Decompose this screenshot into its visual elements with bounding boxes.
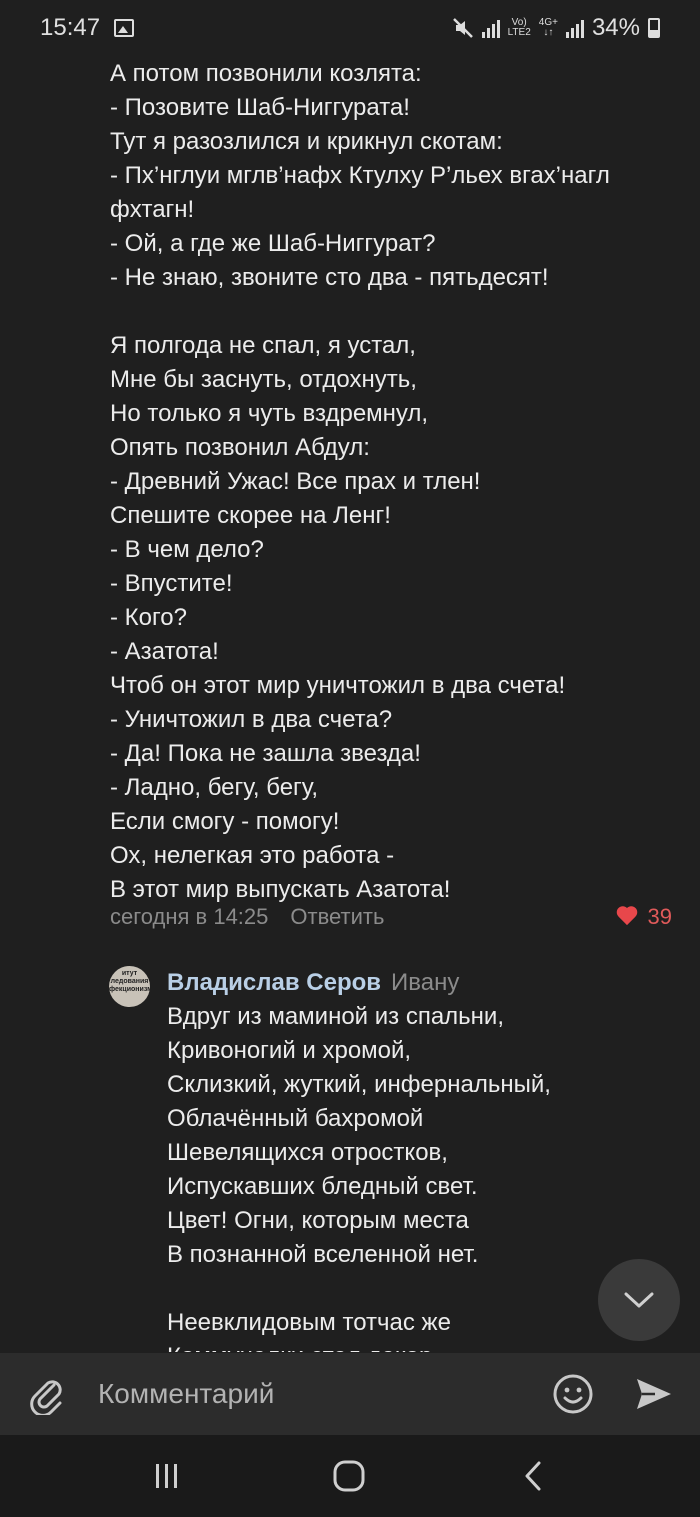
send-icon[interactable] (633, 1373, 675, 1415)
reply-to-name[interactable]: Ивану (391, 969, 459, 996)
image-icon (114, 19, 135, 37)
paperclip-icon[interactable] (26, 1373, 68, 1415)
comment-line: - Ой, а где же Шаб-Ниггурат? (110, 230, 436, 257)
comment-line: фхтагн! (110, 196, 195, 223)
signal-icon (481, 18, 500, 38)
recent-apps-icon (156, 1464, 177, 1488)
comment-line: Я полгода не спал, я устал, (110, 332, 416, 359)
author-name[interactable]: Владислав Серов (167, 969, 381, 996)
comment-line: - Ладно, бегу, бегу, (110, 774, 319, 801)
system-nav-bar (0, 1435, 700, 1517)
comment-body: А потом позвонили козлята: - Позовите Шаб… (110, 57, 670, 907)
comment-line: Кривоногий и хромой, (167, 1037, 412, 1064)
comment-timestamp: сегодня в 14:25 (110, 904, 269, 929)
comment-line: Тут я разозлился и крикнул скотам: (110, 128, 503, 155)
back-button[interactable] (512, 1455, 554, 1497)
comment-line: - Кого? (110, 604, 187, 631)
comment-input-bar (0, 1353, 700, 1435)
reply-comment-body: Вдруг из маминой из спальни, Кривоногий и… (167, 1000, 667, 1352)
comment-line: Цвет! Огни, которым места (167, 1207, 469, 1234)
comment-line: Спешите скорее на Ленг! (110, 502, 391, 529)
comment-author-line: Владислав Серов Ивану (167, 966, 459, 1000)
comment-line: - Уничтожил в два счета? (110, 706, 393, 733)
comment-line: - Впустите! (110, 570, 233, 597)
chevron-down-icon (624, 1292, 654, 1308)
heart-icon (616, 907, 638, 927)
comment-line: - Пх’нглуи мглв’нафх Ктулху Р’льех вгах’… (110, 162, 610, 189)
comment-line: - Не знаю, звоните сто два - пятьдесят! (110, 264, 549, 291)
avatar[interactable]: итут ледования фекционизм (109, 966, 150, 1007)
comment-meta: сегодня в 14:25 Ответить 39 (110, 900, 672, 934)
recent-apps-button[interactable] (146, 1455, 188, 1497)
comment-line: - Позовите Шаб-Ниггурата! (110, 94, 410, 121)
status-time: 15:47 (40, 14, 101, 41)
comment-line: В познанной вселенной нет. (167, 1241, 479, 1268)
battery-percent: 34% (591, 14, 640, 41)
comment-line: Облачённый бахромой (167, 1105, 424, 1132)
comment-line: Коммуналки стал декор (167, 1340, 667, 1352)
comment-line: - Древний Ужас! Все прах и тлен! (110, 468, 481, 495)
back-icon (525, 1461, 541, 1491)
comment-line: Мне бы заснуть, отдохнуть, (110, 366, 417, 393)
like-count: 39 (647, 904, 672, 929)
like-button[interactable]: 39 (616, 904, 672, 930)
comment-line: Если смогу - помогу! (110, 808, 340, 835)
comment-line: Шевелящихся отростков, (167, 1139, 448, 1166)
home-icon (333, 1460, 365, 1492)
reply-button[interactable]: Ответить (290, 904, 384, 930)
comment-line: - В чем дело? (110, 536, 264, 563)
comment-line: Опять позвонил Абдул: (110, 434, 370, 461)
battery-icon (648, 18, 660, 38)
status-left: 15:47 (40, 14, 135, 42)
comment-line: - Азатота! (110, 638, 219, 665)
scroll-down-button[interactable] (598, 1259, 680, 1341)
comment-line: Чтоб он этот мир уничтожил в два счета! (110, 672, 566, 699)
comment-line: Вдруг из маминой из спальни, (167, 1003, 505, 1030)
comment-line (110, 295, 670, 329)
comment-line: Склизкий, жуткий, инфернальный, (167, 1071, 551, 1098)
volte-icon: Vo) LTE2 (507, 17, 531, 38)
mute-icon (452, 18, 473, 38)
emoji-icon[interactable] (552, 1373, 594, 1415)
signal-icon-2 (565, 18, 584, 38)
network-type: 4G+ ↓↑ (538, 17, 558, 38)
comment-line: Неевклидовым тотчас же (167, 1309, 451, 1336)
comment-line (167, 1272, 667, 1306)
status-right: Vo) LTE2 4G+ ↓↑ 34% (452, 14, 660, 42)
comment-line: А потом позвонили козлята: (110, 60, 422, 87)
comment-line: Испускавших бледный свет. (167, 1173, 478, 1200)
comment-line: - Да! Пока не зашла звезда! (110, 740, 421, 767)
home-button[interactable] (328, 1455, 370, 1497)
comment-input[interactable] (98, 1371, 518, 1417)
comment-line: Но только я чуть вздремнул, (110, 400, 429, 427)
comment-line: Ох, нелегкая это работа - (110, 842, 395, 869)
status-bar: 15:47 Vo) LTE2 4G+ ↓↑ 34% (0, 0, 700, 56)
